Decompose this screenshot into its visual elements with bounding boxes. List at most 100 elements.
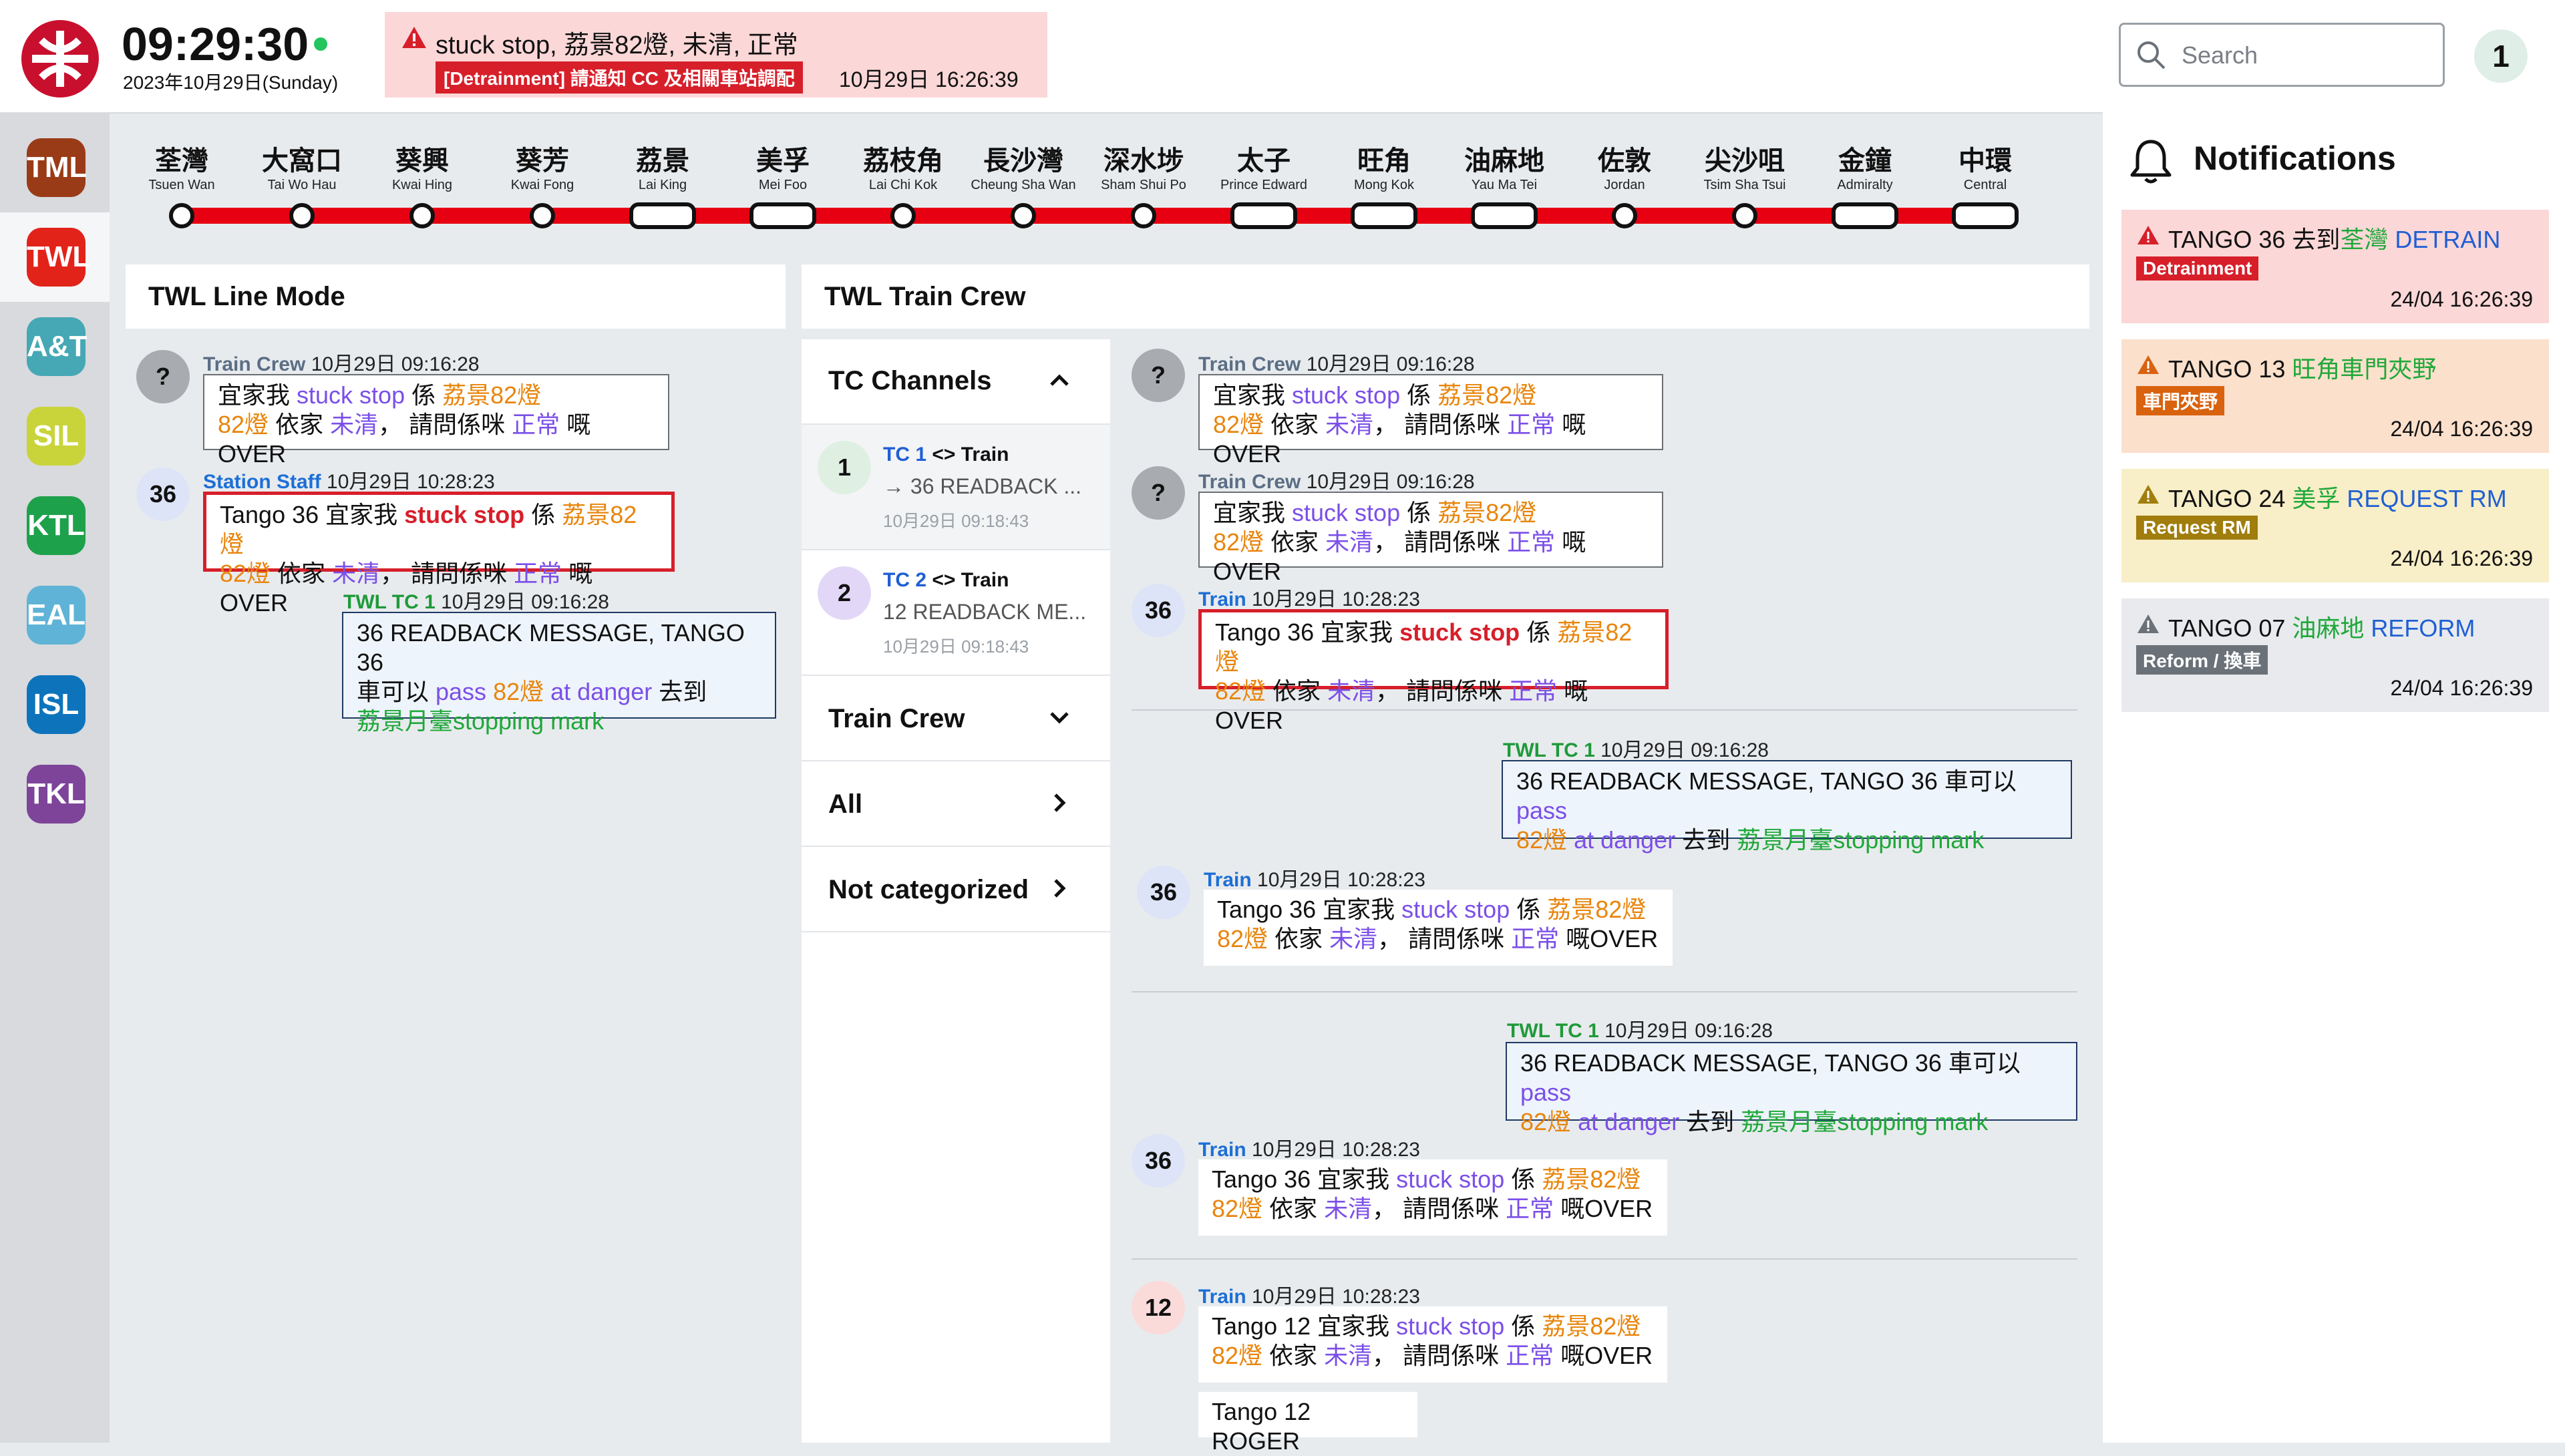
user-count-badge[interactable]: 1 [2474, 29, 2528, 83]
text: 依家 [1268, 925, 1330, 952]
line-track [182, 208, 1985, 224]
train-id: TANGO 13 [2168, 355, 2292, 383]
train-id: TANGO 07 [2168, 614, 2292, 642]
location: 荔景月臺stopping mark [357, 707, 605, 735]
notification-tag: 車門夾野 [2136, 386, 2225, 415]
interchange-station-marker[interactable] [749, 202, 816, 229]
channel-time: 10月29日 09:18:43 [883, 636, 1029, 657]
location: 荔景82燈 [1437, 499, 1537, 526]
sender-name: Train [1198, 1139, 1246, 1161]
alert-tag: [Detrainment] 請通知 CC 及相關車站調配 [436, 61, 803, 94]
text: ， 請問係咪 [1375, 677, 1510, 705]
message-meta: Train 10月29日 10:28:23 [1198, 1133, 1420, 1162]
station-marker[interactable] [169, 203, 194, 228]
text: 依家 [1264, 411, 1326, 438]
interchange-station-marker[interactable] [1351, 202, 1417, 229]
message-bubble[interactable]: Tango 36 宜家我 stuck stop 係 荔景82燈 82燈 依家 未… [1198, 1159, 1667, 1236]
text: 依家 [1262, 1195, 1325, 1222]
station-marker[interactable] [890, 203, 916, 228]
text: ， 請問係咪 [1373, 528, 1508, 556]
keyword: 正常 [1509, 677, 1558, 705]
notification-tag: Reform / 換車 [2136, 645, 2268, 675]
notification-action: DETRAIN [2395, 226, 2501, 253]
message-time: 10月29日 10:28:23 [1257, 869, 1425, 891]
search-input[interactable] [2180, 35, 2437, 76]
location: 82燈 [1212, 1195, 1263, 1222]
text: ， 請問係咪 [1372, 1342, 1506, 1369]
line-tab-isl[interactable]: ISL [0, 660, 110, 749]
line-tab-twl[interactable]: TWL [0, 212, 110, 302]
line-tab-sil[interactable]: SIL [0, 391, 110, 481]
keyword: 正常 [1506, 1342, 1554, 1369]
station-marker[interactable] [1612, 203, 1637, 228]
station-marker[interactable] [1732, 203, 1757, 228]
interchange-station-marker[interactable] [1832, 202, 1898, 229]
channel-label: TC 2 [883, 569, 927, 591]
keyword: 未清 [332, 560, 381, 587]
station-marker[interactable] [409, 203, 435, 228]
text: ， 請問係咪 [380, 560, 514, 587]
text: 係 [1400, 499, 1438, 526]
notification-location: 旺角車門夾野 [2292, 355, 2437, 383]
notification-time: 24/04 16:26:39 [2390, 676, 2533, 700]
station-name-en: Central [1963, 178, 2007, 192]
text: 嘅OVER [1559, 925, 1659, 952]
station-marker[interactable] [1011, 203, 1036, 228]
message-bubble[interactable]: Tango 12 宜家我 stuck stop 係 荔景82燈 82燈 依家 未… [1198, 1306, 1667, 1383]
tc-message-bubble[interactable]: 36 READBACK MESSAGE, TANGO 36 車可以 pass 8… [1506, 1042, 2077, 1135]
line-tab-a-t[interactable]: A&T [0, 302, 110, 391]
tc-message-bubble[interactable]: 36 READBACK MESSAGE, TANGO 36 車可以 pass 8… [1502, 760, 2072, 854]
keyword: 正常 [512, 411, 560, 438]
notification-title: TANGO 07 油麻地 REFORM [2168, 609, 2475, 644]
notification-time: 24/04 16:26:39 [2390, 417, 2533, 441]
text: 依家 [1262, 1342, 1325, 1369]
message-bubble[interactable]: 宜家我 stuck stop 係 荔景82燈 82燈 依家 未清， 請問係咪 正… [1198, 492, 1663, 585]
arrow-right-icon: → [883, 474, 910, 498]
message-bubble[interactable]: Tango 12 ROGER [1198, 1392, 1417, 1455]
channel-item-tc2[interactable]: 2 TC 2 <> Train 12 READBACK ME... 10月29日… [802, 550, 1110, 676]
message-meta: TWL TC 1 10月29日 09:16:28 [343, 585, 609, 614]
channel-time: 10月29日 09:18:43 [883, 511, 1029, 531]
channel-item-tc1[interactable]: 1 TC 1 <> Train → 36 READBACK ... 10月29日… [802, 425, 1110, 550]
notification-tag: Detrainment [2136, 256, 2259, 281]
line-tab-ktl[interactable]: KTL [0, 481, 110, 570]
line-tab-eal[interactable]: EAL [0, 570, 110, 660]
interchange-station-marker[interactable] [1471, 202, 1538, 229]
channels-header: TC Channels [828, 366, 992, 395]
text [486, 678, 493, 705]
interchange-station-marker[interactable] [629, 202, 696, 229]
station-marker[interactable] [530, 203, 555, 228]
text: 36 READBACK MESSAGE, TANGO 36 [357, 619, 745, 676]
group-not-categorized[interactable]: Not categorized [802, 847, 1110, 932]
line-tab-tml[interactable]: TML [0, 123, 110, 212]
keyword: 正常 [1511, 925, 1560, 952]
message-bubble[interactable]: 宜家我 stuck stop 係 荔景82燈 82燈 依家 未清， 請問係咪 正… [203, 374, 669, 468]
group-all[interactable]: All [802, 761, 1110, 847]
message-bubble-highlighted[interactable]: Tango 36 宜家我 stuck stop 係 荔景82燈 82燈 依家 未… [203, 492, 675, 616]
sender-name: Train Crew [1198, 353, 1301, 375]
keyword: at danger [1578, 1108, 1680, 1135]
station-marker[interactable] [1131, 203, 1156, 228]
message-bubble[interactable]: Tango 36 宜家我 stuck stop 係 荔景82燈 82燈 依家 未… [1204, 890, 1673, 966]
line-badge: ISL [27, 675, 86, 734]
notification-title: TANGO 36 去到荃灣 DETRAIN [2168, 220, 2500, 255]
location: 荔景82燈 [1542, 1312, 1641, 1340]
station-marker[interactable] [289, 203, 315, 228]
interchange-station-marker[interactable] [1230, 202, 1297, 229]
notification-action: REFORM [2371, 614, 2475, 642]
message-bubble-highlighted[interactable]: Tango 36 宜家我 stuck stop 係 荔景82燈 82燈 依家 未… [1198, 609, 1669, 734]
divider [1132, 991, 2077, 992]
sender-avatar: 36 [1137, 866, 1190, 919]
group-train-crew[interactable]: Train Crew [802, 676, 1110, 761]
interchange-station-marker[interactable] [1952, 202, 2019, 229]
tc-message-bubble[interactable]: 36 READBACK MESSAGE, TANGO 36 車可以 pass 8… [342, 612, 776, 735]
channels-section-toggle[interactable]: TC Channels [802, 339, 1110, 425]
sender-avatar: ? [1132, 349, 1185, 402]
clock-date: 2023年10月29日(Sunday) [123, 72, 339, 93]
line-tab-tkl[interactable]: TKL [0, 749, 110, 839]
line-mode-title: TWL Line Mode [148, 282, 345, 311]
train-crew-title: TWL Train Crew [824, 282, 1026, 311]
message-time: 10月29日 09:16:28 [441, 591, 609, 613]
group-label: Not categorized [828, 875, 1029, 904]
message-bubble[interactable]: 宜家我 stuck stop 係 荔景82燈 82燈 依家 未清， 請問係咪 正… [1198, 374, 1663, 468]
